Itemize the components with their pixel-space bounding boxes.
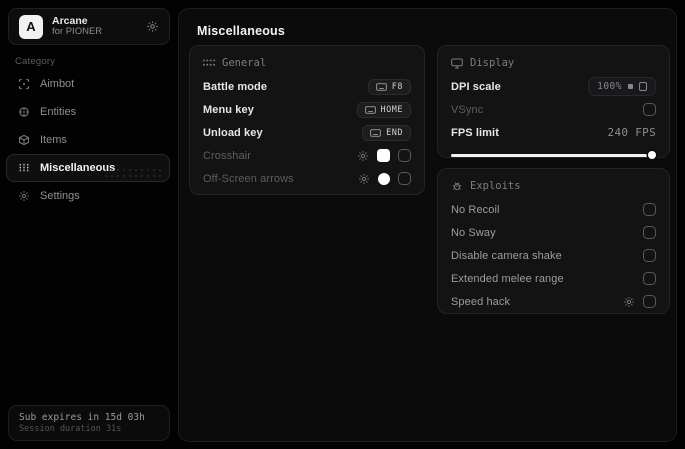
battle-mode-keybind[interactable]: F8 <box>367 78 411 95</box>
fps-limit-label: FPS limit <box>451 126 499 139</box>
exploits-card: Exploits No Recoil No Sway Disable camer… <box>437 168 670 314</box>
offscreen-settings-gear-icon[interactable] <box>358 173 370 185</box>
exploits-card-title: Exploits <box>470 180 521 192</box>
dpi-scale-label: DPI scale <box>451 80 501 93</box>
unload-key-keybind[interactable]: END <box>362 124 411 141</box>
crosshair-settings-gear-icon[interactable] <box>357 150 369 162</box>
crosshair-row: Crosshair <box>203 144 411 167</box>
app-subtitle: for PIONER <box>52 26 103 38</box>
offscreen-arrows-row: Off-Screen arrows <box>203 167 411 190</box>
slider-track <box>451 153 656 157</box>
extended-melee-range-row: Extended melee range <box>451 267 656 290</box>
keybind-value: END <box>386 127 403 138</box>
dpi-scale-value: 100% <box>597 81 622 92</box>
speed-hack-checkbox[interactable] <box>643 295 656 308</box>
disable-camera-shake-row: Disable camera shake <box>451 244 656 267</box>
no-recoil-checkbox[interactable] <box>643 203 656 216</box>
keyboard-icon <box>375 82 387 91</box>
offscreen-arrows-checkbox[interactable] <box>398 172 411 185</box>
unload-key-row: Unload key END <box>203 121 411 144</box>
scan-icon <box>17 78 30 90</box>
unload-key-label: Unload key <box>203 126 263 139</box>
bug-icon <box>451 180 463 192</box>
category-label: Category <box>15 56 56 67</box>
settings-gear-icon[interactable] <box>146 20 159 33</box>
no-recoil-label: No Recoil <box>451 203 500 216</box>
fps-limit-value: 240 FPS <box>607 126 656 139</box>
sidebar-item-miscellaneous[interactable]: Miscellaneous <box>6 154 170 182</box>
active-item-texture <box>103 167 161 179</box>
offscreen-color-swatch[interactable] <box>378 172 390 185</box>
keybind-value: F8 <box>391 81 403 92</box>
sidebar: A Arcane for PIONER Category Aimbot Enti… <box>0 0 176 449</box>
dpi-scale-stepper[interactable]: 100% <box>588 77 656 96</box>
dpi-scale-row: DPI scale 100% <box>451 75 656 98</box>
menu-key-keybind[interactable]: HOME <box>356 101 411 118</box>
sidebar-item-settings[interactable]: Settings <box>6 182 170 210</box>
disable-camera-shake-checkbox[interactable] <box>643 249 656 262</box>
grid-icon <box>17 162 30 174</box>
monitor-icon <box>451 57 463 69</box>
slider-thumb[interactable] <box>648 151 656 159</box>
sidebar-item-aimbot[interactable]: Aimbot <box>6 70 170 98</box>
keyboard-grid-icon <box>203 58 215 68</box>
session-duration-text: Session duration 31s <box>19 424 122 434</box>
scale-small-icon <box>628 84 633 89</box>
battle-mode-row: Battle mode F8 <box>203 75 411 98</box>
no-sway-checkbox[interactable] <box>643 226 656 239</box>
cube-icon <box>17 134 30 146</box>
app-logo: A <box>19 14 43 39</box>
speed-hack-label: Speed hack <box>451 295 511 308</box>
disable-camera-shake-label: Disable camera shake <box>451 249 562 262</box>
battle-mode-label: Battle mode <box>203 80 268 93</box>
crosshair-color-swatch[interactable] <box>377 149 390 162</box>
vsync-label: VSync <box>451 103 484 116</box>
no-sway-row: No Sway <box>451 221 656 244</box>
subscription-info-card: Sub expires in 15d 03h Session duration … <box>8 405 170 441</box>
scale-large-icon <box>639 82 647 91</box>
sidebar-item-label: Items <box>40 134 67 146</box>
display-card-title: Display <box>470 57 515 69</box>
radar-icon <box>17 106 30 118</box>
category-nav: Aimbot Entities Items Miscellaneous Sett… <box>6 70 170 210</box>
crosshair-checkbox[interactable] <box>398 149 411 162</box>
gear-icon <box>17 190 30 202</box>
crosshair-label: Crosshair <box>203 149 251 162</box>
offscreen-arrows-label: Off-Screen arrows <box>203 172 294 185</box>
keyboard-icon <box>370 128 381 137</box>
page-title: Miscellaneous <box>197 24 286 38</box>
no-sway-label: No Sway <box>451 226 496 239</box>
keyboard-icon <box>364 105 376 114</box>
general-card: General Battle mode F8 Menu key HOME Unl… <box>189 45 425 195</box>
sidebar-item-entities[interactable]: Entities <box>6 98 170 126</box>
main-panel: Miscellaneous General Battle mode F8 Men… <box>178 8 677 442</box>
brand-text: Arcane for PIONER <box>52 15 137 38</box>
fps-limit-slider[interactable] <box>451 151 656 159</box>
display-card: Display DPI scale 100% VSync FPS limit 2… <box>437 45 670 159</box>
no-recoil-row: No Recoil <box>451 198 656 221</box>
keybind-value: HOME <box>380 104 403 115</box>
sidebar-item-label: Entities <box>40 106 77 118</box>
sidebar-item-label: Aimbot <box>40 78 75 90</box>
extended-melee-range-checkbox[interactable] <box>643 272 656 285</box>
menu-key-row: Menu key HOME <box>203 98 411 121</box>
general-card-title: General <box>222 57 267 69</box>
sidebar-item-items[interactable]: Items <box>6 126 170 154</box>
vsync-row: VSync <box>451 98 656 121</box>
speed-hack-settings-gear-icon[interactable] <box>623 296 635 308</box>
speed-hack-row: Speed hack <box>451 290 656 313</box>
vsync-checkbox[interactable] <box>643 103 656 116</box>
extended-melee-range-label: Extended melee range <box>451 272 564 285</box>
brand-card: A Arcane for PIONER <box>8 8 170 45</box>
menu-key-label: Menu key <box>203 103 254 116</box>
sidebar-item-label: Settings <box>40 190 80 202</box>
fps-limit-row: FPS limit 240 FPS <box>451 121 656 144</box>
sub-expires-text: Sub expires in 15d 03h <box>19 412 145 423</box>
